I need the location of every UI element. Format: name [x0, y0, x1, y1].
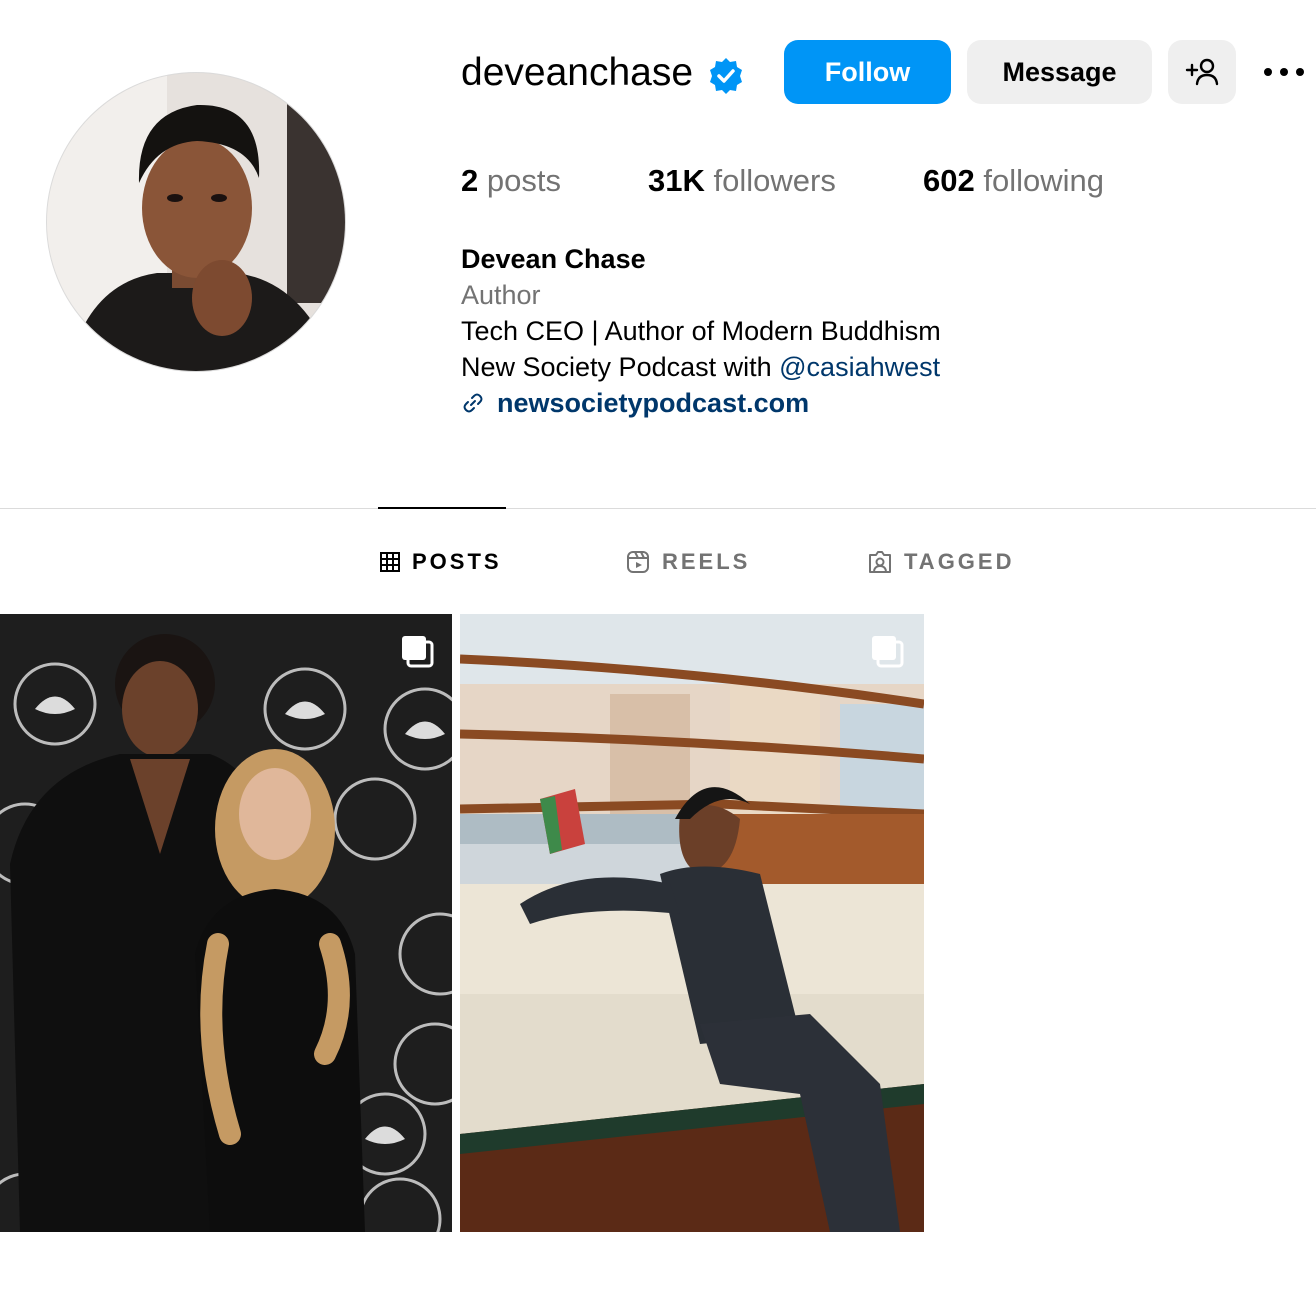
bio-mention-link[interactable]: @casiahwest: [779, 352, 940, 382]
post-thumbnail[interactable]: [0, 614, 452, 1232]
bio-category: Author: [461, 280, 541, 310]
tabs-divider: [0, 508, 1316, 509]
posts-count-stat: 2 posts: [461, 162, 561, 200]
bio-line-2: New Society Podcast with @casiahwest: [461, 350, 940, 384]
tab-reels[interactable]: REELS: [626, 546, 750, 578]
followers-count: 31K: [648, 163, 705, 198]
followers-stat[interactable]: 31K followers: [648, 162, 836, 200]
options-button[interactable]: [1256, 48, 1312, 96]
tab-tagged[interactable]: TAGGED: [868, 546, 1014, 578]
message-button[interactable]: Message: [967, 40, 1152, 104]
tagged-icon: [869, 551, 891, 573]
bio-line-1: Tech CEO | Author of Modern Buddhism: [461, 316, 941, 346]
following-label: following: [983, 163, 1104, 198]
suggested-users-button[interactable]: [1168, 40, 1236, 104]
active-tab-indicator: [378, 507, 506, 509]
multiple-images-icon: [872, 636, 904, 668]
link-icon: [463, 393, 483, 413]
following-count: 602: [923, 163, 975, 198]
bio-link-text: newsocietypodcast.com: [497, 388, 810, 418]
multiple-images-icon: [402, 636, 434, 668]
tab-tagged-label: TAGGED: [904, 549, 1015, 574]
bio-full-name: Devean Chase: [461, 244, 646, 274]
post-image: [0, 614, 452, 1232]
post-image: [460, 614, 924, 1232]
profile-avatar[interactable]: [46, 72, 346, 372]
bio-line-2-text: New Society Podcast with: [461, 352, 780, 382]
verified-badge-icon: [710, 58, 742, 94]
tab-posts-label: POSTS: [412, 549, 502, 574]
add-person-icon: [1185, 58, 1219, 86]
tab-reels-label: REELS: [662, 549, 751, 574]
reels-icon: [627, 551, 649, 573]
profile-username: deveanchase: [461, 51, 694, 94]
bio-external-link[interactable]: newsocietypodcast.com: [461, 386, 809, 420]
posts-label: posts: [486, 163, 561, 198]
more-options-icon: [1264, 68, 1304, 76]
post-thumbnail[interactable]: [460, 614, 924, 1232]
following-stat[interactable]: 602 following: [923, 162, 1104, 200]
follow-button[interactable]: Follow: [784, 40, 951, 104]
avatar-photo: [47, 73, 345, 371]
followers-label: followers: [713, 163, 836, 198]
tab-posts[interactable]: POSTS: [380, 546, 502, 578]
posts-count: 2: [461, 163, 479, 198]
grid-icon: [380, 552, 400, 572]
